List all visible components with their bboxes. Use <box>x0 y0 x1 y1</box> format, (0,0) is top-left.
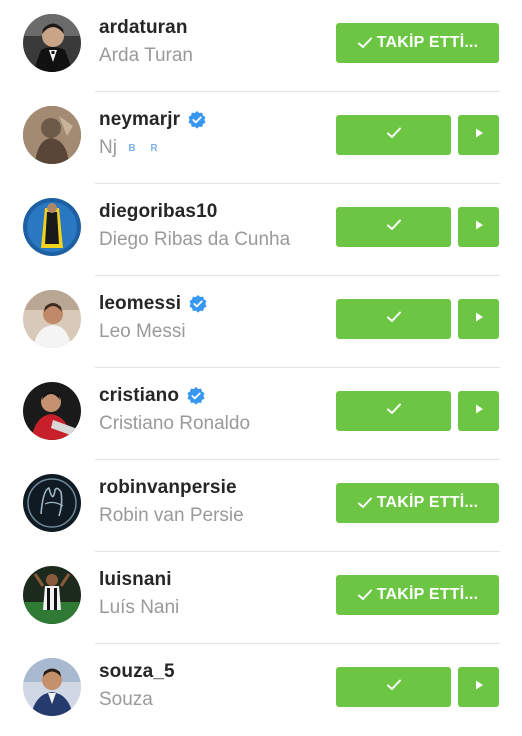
suggestions-arrow-button[interactable] <box>458 391 499 431</box>
play-arrow-icon <box>473 402 485 420</box>
suggestions-arrow-button[interactable] <box>458 115 499 155</box>
following-list: ardaturan Arda Turan TAKİP ETTİ... neyma… <box>0 0 522 736</box>
following-check-button[interactable] <box>336 207 451 247</box>
verified-badge-icon <box>188 294 208 314</box>
avatar[interactable] <box>23 474 81 532</box>
play-arrow-icon <box>473 310 485 328</box>
avatar[interactable] <box>23 198 81 256</box>
username[interactable]: robinvanpersie <box>99 477 237 499</box>
following-button-label: TAKİP ETTİ... <box>376 494 479 511</box>
avatar[interactable] <box>23 382 81 440</box>
list-item-diegoribas10[interactable]: diegoribas10 Diego Ribas da Cunha <box>0 184 522 276</box>
play-arrow-icon <box>473 218 485 236</box>
full-name: Cristiano Ronaldo <box>99 413 251 434</box>
checkmark-icon <box>385 400 403 423</box>
following-button[interactable]: TAKİP ETTİ... <box>336 23 499 63</box>
avatar[interactable] <box>23 14 81 72</box>
full-name: Leo Messi <box>99 321 186 342</box>
username[interactable]: cristiano <box>99 385 179 407</box>
emoji-r: R <box>150 142 158 154</box>
following-check-button[interactable] <box>336 391 451 431</box>
full-name: Arda Turan <box>99 45 193 66</box>
full-name: Diego Ribas da Cunha <box>99 229 291 250</box>
username[interactable]: leomessi <box>99 293 181 315</box>
list-item-leomessi[interactable]: leomessi Leo Messi <box>0 276 522 368</box>
avatar[interactable] <box>23 566 81 624</box>
suggestions-arrow-button[interactable] <box>458 207 499 247</box>
checkmark-icon <box>385 308 403 331</box>
following-button-label: TAKİP ETTİ... <box>376 34 479 51</box>
full-name: Souza <box>99 689 153 710</box>
avatar[interactable] <box>23 106 81 164</box>
avatar[interactable] <box>23 290 81 348</box>
checkmark-icon <box>357 495 373 511</box>
checkmark-icon <box>357 35 373 51</box>
list-item-cristiano[interactable]: cristiano Cristiano Ronaldo <box>0 368 522 460</box>
list-item-luisnani[interactable]: luisnani Luís Nani TAKİP ETTİ... <box>0 552 522 644</box>
suggestions-arrow-button[interactable] <box>458 299 499 339</box>
list-item-robinvanpersie[interactable]: robinvanpersie Robin van Persie TAKİP ET… <box>0 460 522 552</box>
following-button[interactable]: TAKİP ETTİ... <box>336 483 499 523</box>
avatar[interactable] <box>23 658 81 716</box>
following-check-button[interactable] <box>336 299 451 339</box>
full-name: Robin van Persie <box>99 505 244 526</box>
username[interactable]: ardaturan <box>99 17 188 39</box>
list-item-souza_5[interactable]: souza_5 Souza <box>0 644 522 736</box>
full-name: Nj <box>99 137 117 158</box>
list-item-neymarjr[interactable]: neymarjr Nj B R <box>0 92 522 184</box>
following-button[interactable]: TAKİP ETTİ... <box>336 575 499 615</box>
suggestions-arrow-button[interactable] <box>458 667 499 707</box>
verified-badge-icon <box>187 110 207 130</box>
following-check-button[interactable] <box>336 667 451 707</box>
username[interactable]: luisnani <box>99 569 172 591</box>
checkmark-icon <box>385 124 403 147</box>
username[interactable]: diegoribas10 <box>99 201 217 223</box>
checkmark-icon <box>385 676 403 699</box>
username[interactable]: neymarjr <box>99 109 180 131</box>
username[interactable]: souza_5 <box>99 661 175 683</box>
play-arrow-icon <box>473 126 485 144</box>
emoji-b: B <box>128 142 136 154</box>
play-arrow-icon <box>473 678 485 696</box>
following-button-label: TAKİP ETTİ... <box>376 586 479 603</box>
full-name: Luís Nani <box>99 597 180 618</box>
list-item-ardaturan[interactable]: ardaturan Arda Turan TAKİP ETTİ... <box>0 0 522 92</box>
following-check-button[interactable] <box>336 115 451 155</box>
checkmark-icon <box>385 216 403 239</box>
verified-badge-icon <box>186 386 206 406</box>
checkmark-icon <box>357 587 373 603</box>
